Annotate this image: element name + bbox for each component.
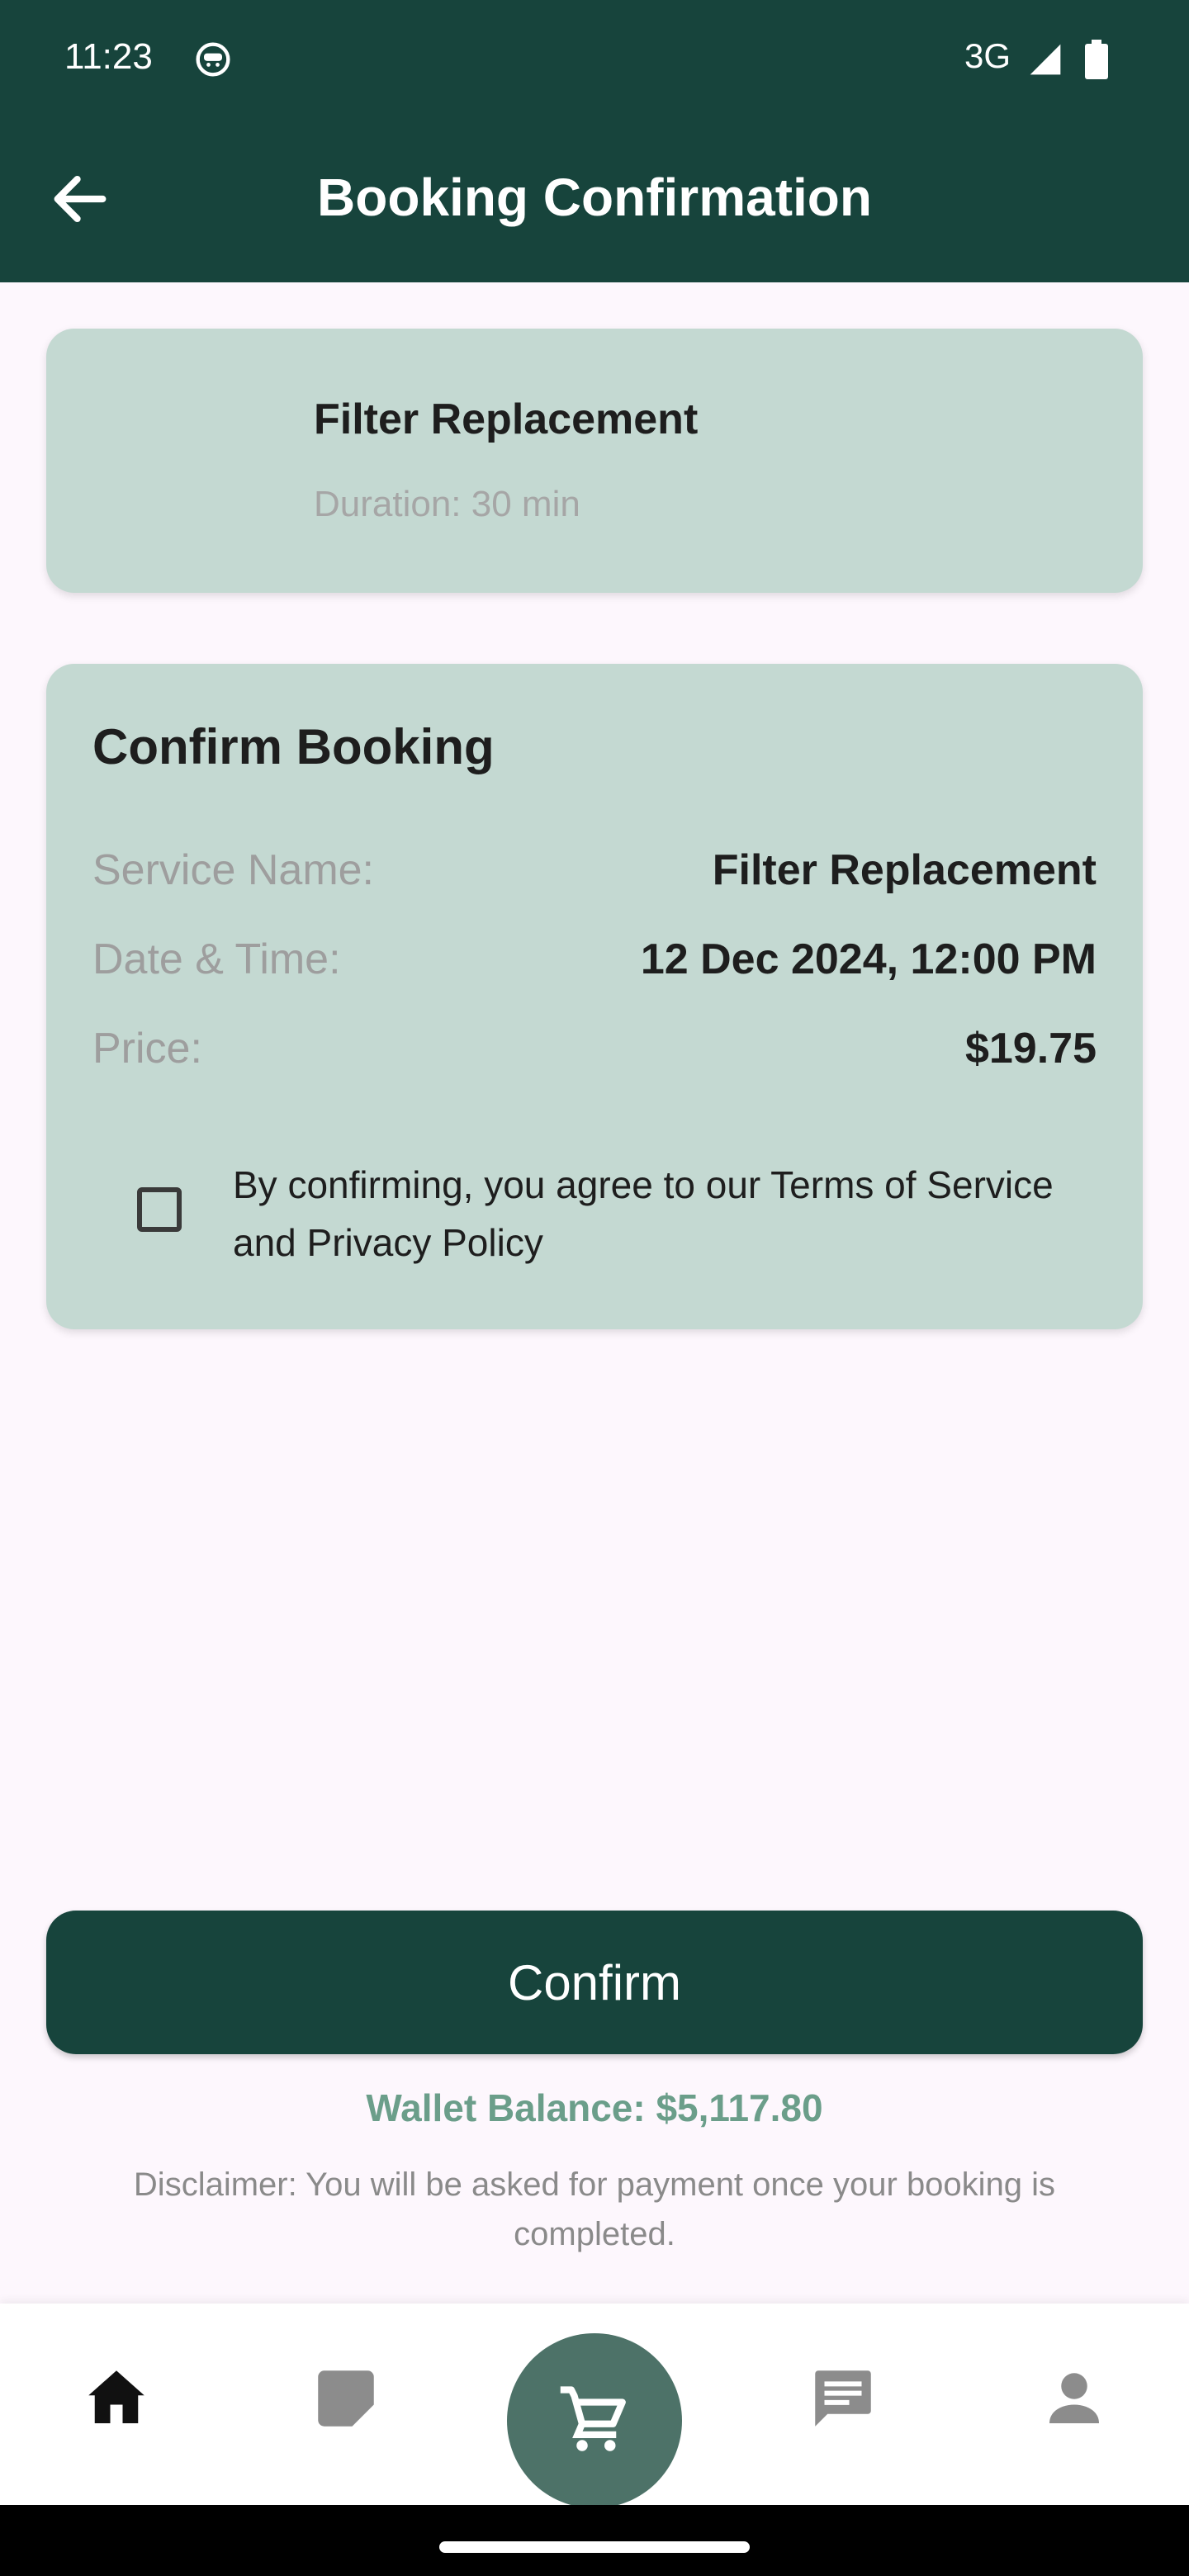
price-value: $19.75 xyxy=(964,1025,1097,1073)
status-bar: 11:23 3G xyxy=(0,0,1189,116)
wallet-balance: Wallet Balance: $5,117.80 xyxy=(366,2086,823,2129)
page-title: Booking Confirmation xyxy=(317,168,872,227)
system-navigation-bar xyxy=(0,2505,1189,2576)
service-duration: Duration: 30 min xyxy=(314,484,580,524)
service-card: Filter Replacement Duration: 30 min xyxy=(46,329,1143,593)
battery-icon xyxy=(1085,40,1108,79)
profile-icon[interactable] xyxy=(1037,2361,1111,2436)
service-name-row: Service Name: Filter Replacement xyxy=(92,845,1097,898)
disclaimer-text: Disclaimer: You will be asked for paymen… xyxy=(133,2166,1056,2252)
cart-button[interactable] xyxy=(507,2333,682,2508)
orders-icon[interactable] xyxy=(309,2361,383,2436)
network-type: 3G xyxy=(964,36,1011,75)
chat-icon[interactable] xyxy=(806,2361,880,2436)
confirm-booking-card: Confirm Booking Service Name: Filter Rep… xyxy=(46,664,1143,1329)
date-time-label: Date & Time: xyxy=(92,935,341,983)
confirm-button[interactable]: Confirm xyxy=(46,1911,1143,2054)
service-title: Filter Replacement xyxy=(314,395,699,443)
confirm-booking-title: Confirm Booking xyxy=(92,719,495,774)
status-time: 11:23 xyxy=(64,36,153,77)
terms-checkbox[interactable] xyxy=(137,1187,182,1232)
app-notification-icon xyxy=(196,42,230,77)
price-row: Price: $19.75 xyxy=(92,1024,1097,1077)
terms-text: By confirming, you agree to our Terms of… xyxy=(233,1163,1054,1264)
service-name-value: Filter Replacement xyxy=(712,846,1097,894)
bottom-navigation xyxy=(0,2304,1189,2508)
cart-icon xyxy=(560,2386,626,2451)
home-icon[interactable] xyxy=(79,2361,154,2436)
date-time-row: Date & Time: 12 Dec 2024, 12:00 PM xyxy=(92,935,1097,987)
signal-icon xyxy=(1030,44,1061,75)
service-name-label: Service Name: xyxy=(92,846,374,894)
gesture-handle[interactable] xyxy=(439,2541,750,2553)
app-bar: Booking Confirmation xyxy=(0,116,1189,282)
price-label: Price: xyxy=(92,1025,202,1073)
date-time-value: 12 Dec 2024, 12:00 PM xyxy=(640,935,1097,983)
